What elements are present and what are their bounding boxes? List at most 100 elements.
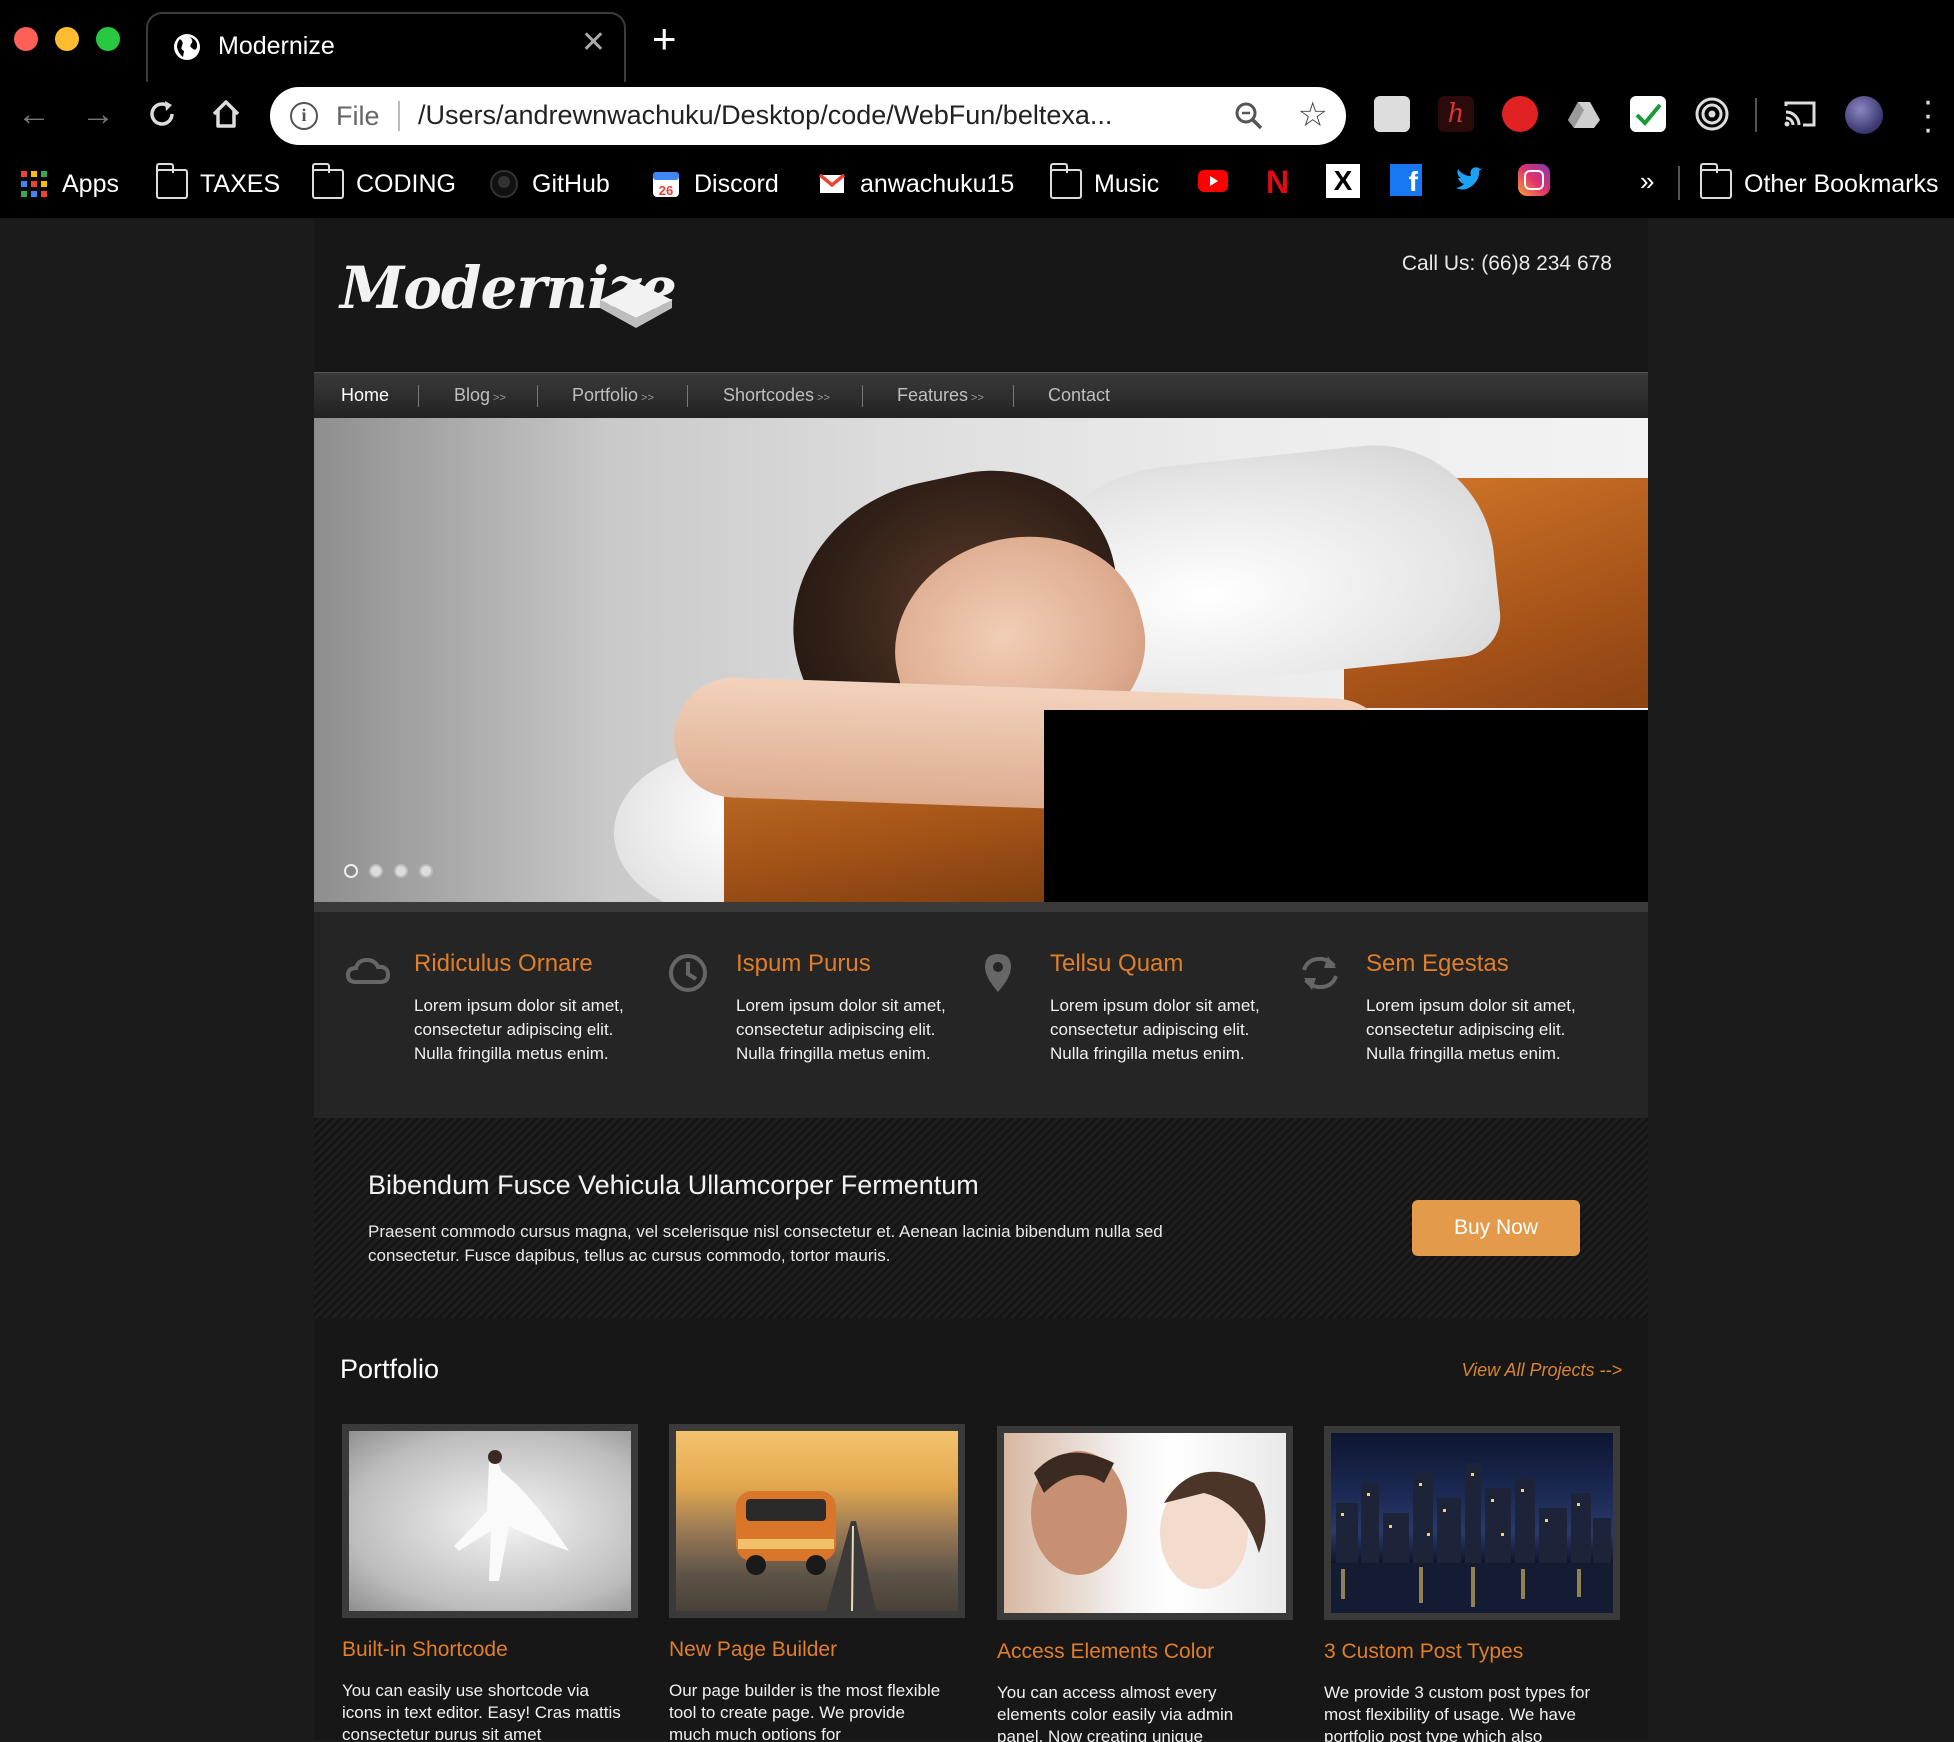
bookmark-label: Apps	[62, 169, 119, 198]
hero-caption-area	[1044, 710, 1648, 902]
reload-icon[interactable]	[140, 92, 184, 136]
new-tab-button[interactable]: +	[652, 18, 677, 60]
address-bar[interactable]: i File /Users/andrewnwachuku/Desktop/cod…	[270, 87, 1346, 145]
feature-text: Lorem ipsum dolor sit amet, consectetur …	[414, 996, 624, 1063]
bookmark-other-bookmarks[interactable]: Other Bookmarks	[1699, 163, 1939, 204]
portfolio-text: We provide 3 custom post types for most …	[1324, 1683, 1591, 1742]
bookmark-discord[interactable]: 26 Discord	[650, 164, 779, 204]
browser-tab[interactable]: Modernize ✕	[146, 12, 626, 84]
nav-arrow: >>	[641, 392, 654, 404]
maximize-window-button[interactable]	[96, 27, 120, 51]
nav-label: Shortcodes	[723, 385, 815, 405]
toolbar-divider	[1755, 98, 1757, 132]
svg-text:26: 26	[659, 183, 673, 198]
bookmark-label: Discord	[694, 169, 779, 198]
apps-grid-icon	[21, 171, 47, 197]
bookmarks-overflow-button[interactable]: »	[1640, 166, 1654, 197]
portfolio-title[interactable]: 3 Custom Post Types	[1324, 1640, 1523, 1664]
bookmark-label: Music	[1094, 169, 1160, 198]
dancer-image	[454, 1450, 569, 1581]
youtube-icon[interactable]	[1198, 170, 1228, 192]
target-icon[interactable]	[1694, 96, 1730, 132]
netflix-icon[interactable]: N	[1266, 164, 1289, 201]
tab-title: Modernize	[218, 32, 335, 60]
close-window-button[interactable]	[14, 27, 38, 51]
couple-image	[1031, 1451, 1266, 1589]
bookmark-github[interactable]: GitHub	[488, 164, 610, 204]
nav-arrow: >>	[817, 392, 830, 404]
nav-contact[interactable]: Contact	[1048, 385, 1110, 406]
bookmarks-bar: Apps TAXES CODING GitHub 26 Discord anwa…	[0, 150, 1954, 218]
forward-arrow-icon[interactable]: →	[76, 92, 120, 136]
portfolio-heading: Portfolio	[340, 1354, 440, 1384]
zoom-icon[interactable]	[1232, 99, 1266, 133]
portfolio-text: You can easily use shortcode via icons i…	[342, 1681, 621, 1740]
url-text[interactable]: /Users/andrewnwachuku/Desktop/code/WebFu…	[418, 100, 1112, 131]
back-arrow-icon[interactable]: ←	[12, 92, 56, 136]
instagram-icon[interactable]	[1518, 164, 1550, 196]
close-tab-icon[interactable]: ✕	[581, 28, 606, 58]
google-drive-icon[interactable]	[1566, 96, 1602, 132]
view-all-projects-link[interactable]: View All Projects -->	[1461, 1360, 1622, 1381]
facebook-icon[interactable]: f	[1390, 164, 1422, 197]
slider-dot-4[interactable]	[419, 864, 433, 878]
nav-shortcodes[interactable]: Shortcodes >>	[723, 385, 830, 406]
profile-avatar[interactable]	[1845, 96, 1883, 134]
extension-stop-hand-icon[interactable]	[1502, 96, 1538, 132]
nav-label: Portfolio	[572, 385, 639, 405]
slider-dot-2[interactable]	[369, 864, 383, 878]
x-icon[interactable]: X	[1326, 164, 1360, 198]
home-icon[interactable]	[204, 92, 248, 136]
hero-slider[interactable]	[314, 418, 1648, 902]
nav-label: Features	[897, 385, 969, 405]
portfolio-title[interactable]: Built-in Shortcode	[342, 1638, 508, 1662]
portfolio-thumbnail[interactable]	[997, 1426, 1293, 1620]
website: Modernize Call Us: (66)8 234 678 Home Bl…	[314, 218, 1648, 1742]
info-icon[interactable]: i	[290, 102, 318, 130]
features-section: Ridiculus Ornare Lorem ipsum dolor sit a…	[314, 912, 1648, 1124]
extension-check-icon[interactable]	[1630, 96, 1666, 132]
extension-k-icon[interactable]	[1374, 96, 1410, 132]
nav-divider	[537, 385, 538, 407]
feature-title: Tellsu Quam	[1050, 950, 1184, 977]
nav-arrow: >>	[971, 392, 984, 404]
promo-text: Praesent commodo cursus magna, vel scele…	[368, 1222, 1163, 1265]
call-us-text: Call Us: (66)8 234 678	[1401, 252, 1612, 275]
feature-text: Lorem ipsum dolor sit amet, consectetur …	[736, 996, 946, 1063]
portfolio-thumbnail[interactable]	[342, 1424, 638, 1618]
refresh-icon	[1302, 956, 1338, 990]
browser-menu-icon[interactable]: · · ·	[1918, 84, 1938, 146]
portfolio-text: Our page builder is the most flexible to…	[669, 1681, 941, 1740]
bookmark-apps[interactable]: Apps	[18, 164, 119, 204]
bookmark-coding[interactable]: CODING	[311, 163, 456, 204]
nav-home[interactable]: Home	[341, 385, 389, 406]
portfolio-title[interactable]: Access Elements Color	[997, 1640, 1214, 1664]
browser-toolbar: ← → i File /Users/andrewnwachuku/Desktop…	[0, 82, 1954, 150]
cloud-icon	[345, 957, 391, 984]
logo-diamond-icon	[600, 282, 672, 328]
bookmark-gmail[interactable]: anwachuku15	[816, 164, 1014, 204]
twitter-icon[interactable]	[1454, 166, 1486, 194]
minimize-window-button[interactable]	[55, 27, 79, 51]
promo-banner: Bibendum Fusce Vehicula Ullamcorper Ferm…	[314, 1118, 1648, 1318]
portfolio-thumbnail[interactable]	[669, 1424, 965, 1618]
nav-blog[interactable]: Blog >>	[454, 385, 506, 406]
nav-features[interactable]: Features >>	[897, 385, 984, 406]
folder-icon	[155, 163, 188, 199]
bookmark-music[interactable]: Music	[1049, 163, 1160, 204]
slider-dot-1[interactable]	[344, 864, 358, 878]
city-skyline-image	[1331, 1463, 1613, 1613]
nav-label: Blog	[454, 385, 491, 405]
extension-h-icon[interactable]: h	[1438, 96, 1474, 132]
bookmark-taxes[interactable]: TAXES	[155, 163, 280, 204]
gmail-icon	[818, 173, 846, 193]
nav-portfolio[interactable]: Portfolio >>	[572, 385, 654, 406]
portfolio-title[interactable]: New Page Builder	[669, 1638, 837, 1662]
nav-divider	[687, 385, 688, 407]
cast-icon[interactable]	[1782, 96, 1818, 132]
bookmark-star-icon[interactable]: ☆	[1298, 95, 1328, 135]
github-icon	[490, 170, 518, 198]
slider-dot-3[interactable]	[394, 864, 408, 878]
portfolio-thumbnail[interactable]	[1324, 1426, 1620, 1620]
buy-now-button[interactable]: Buy Now	[1412, 1200, 1580, 1256]
